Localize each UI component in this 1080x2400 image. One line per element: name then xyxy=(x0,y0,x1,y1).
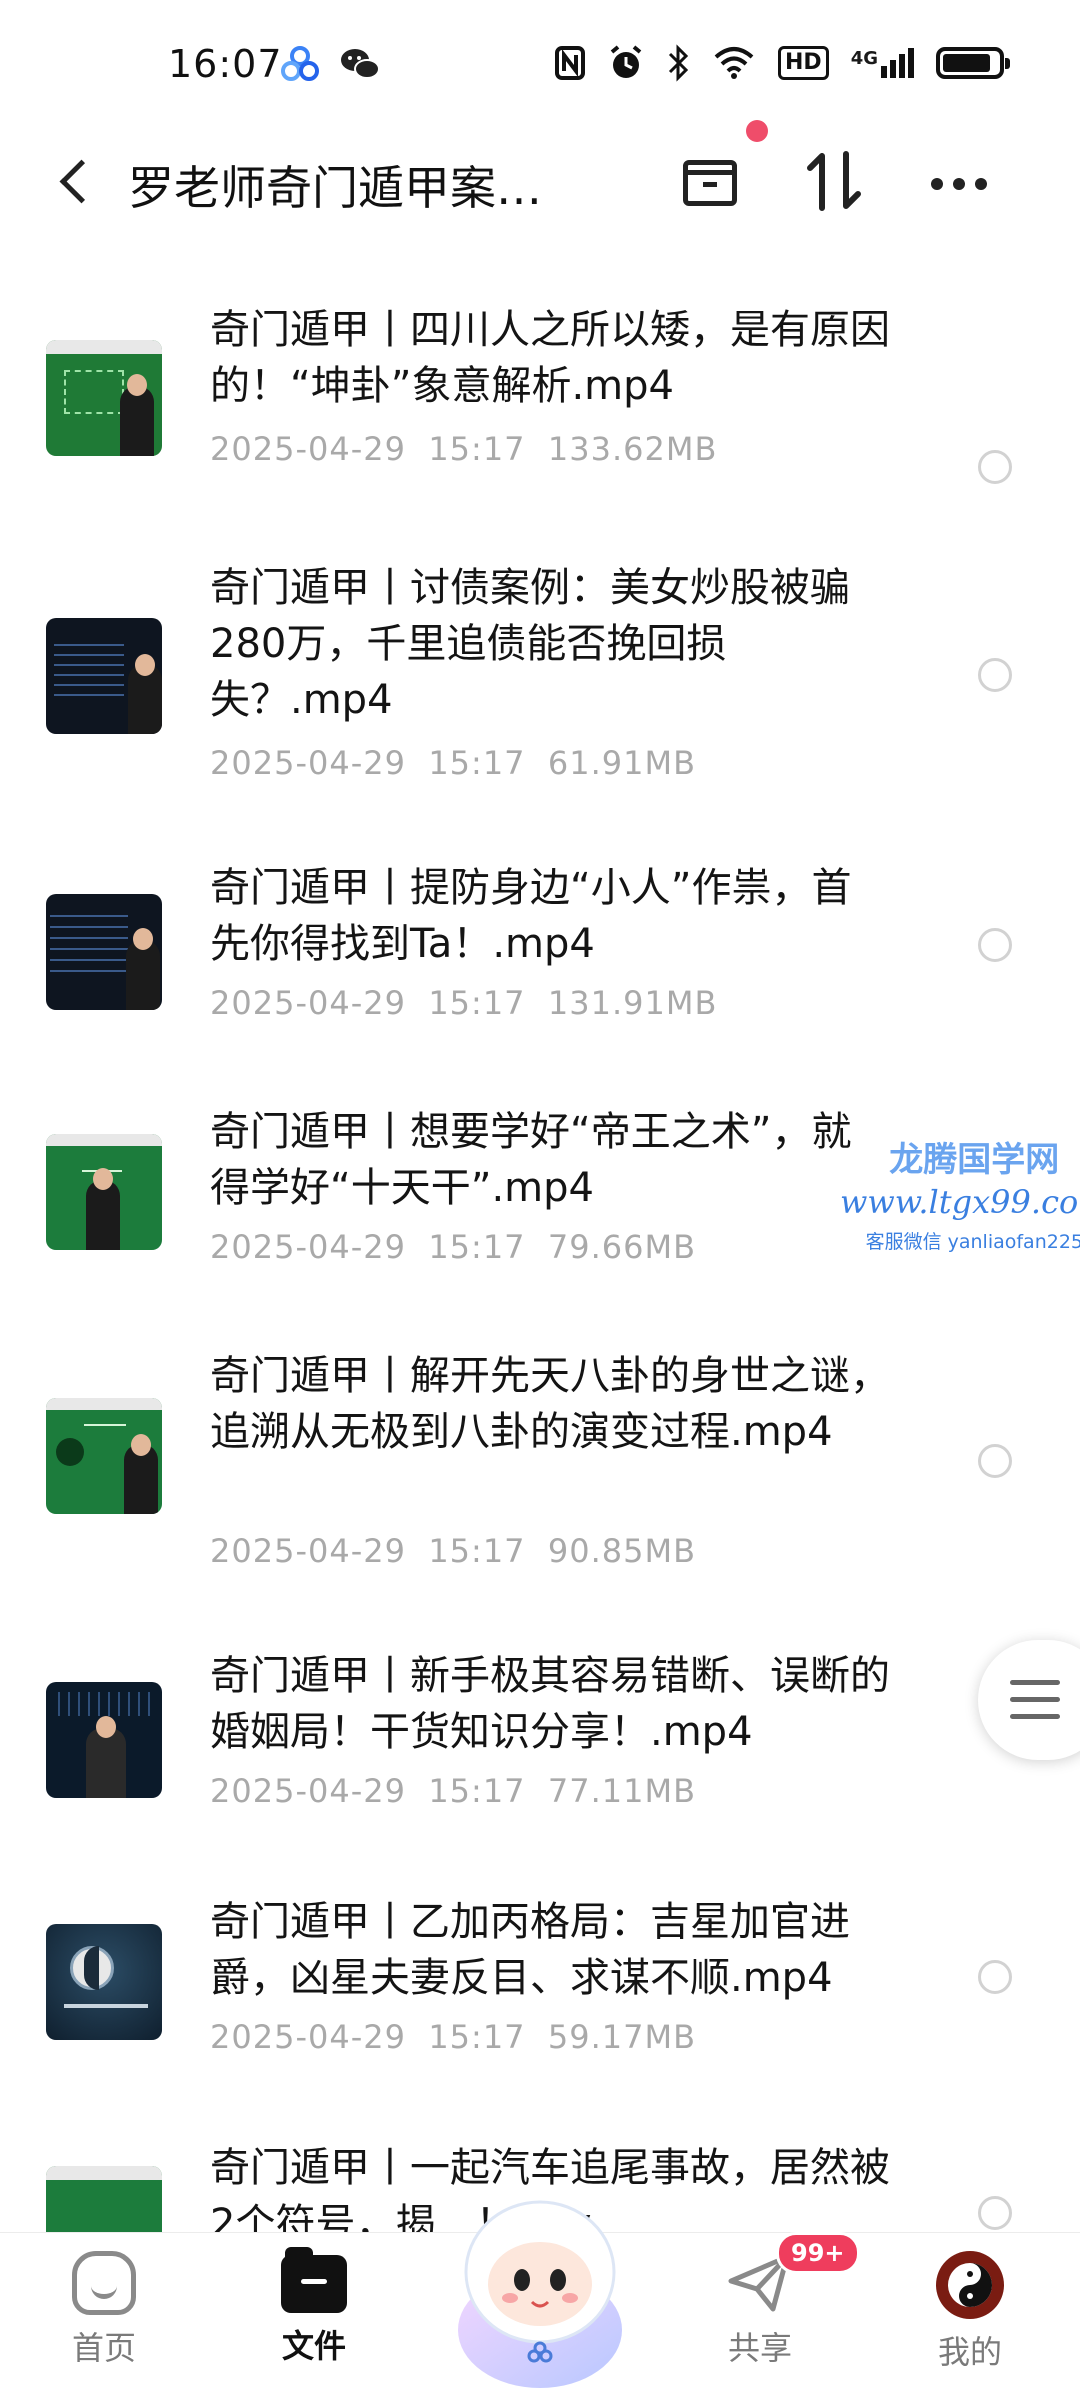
status-bar: 16:07 HD 4G xyxy=(0,0,1080,130)
video-thumbnail xyxy=(46,618,162,734)
file-name: 奇门遁甲丨提防身边“小人”作祟，首先你得找到Ta！.mp4 xyxy=(210,865,852,967)
file-name: 奇门遁甲丨讨债案例：美女炒股被骗280万，千里追债能否挽回损失？.mp4 xyxy=(210,565,850,723)
nav-me[interactable]: 我的 xyxy=(900,2251,1040,2373)
video-thumbnail xyxy=(46,1398,162,1514)
menu-icon xyxy=(1010,1680,1060,1685)
nfc-icon xyxy=(555,46,585,80)
more-dot-icon xyxy=(931,178,943,190)
file-meta: 2025-04-29 15:17 133.62MB xyxy=(210,430,718,468)
watermark: 龙腾国学网 www.ltgx99.com 客服微信 yanliaofan225 xyxy=(840,1132,1080,1254)
status-indicators: HD 4G xyxy=(554,44,1010,82)
select-radio[interactable] xyxy=(978,2196,1012,2230)
nav-share-label: 共享 xyxy=(727,2329,792,2367)
nav-files-label: 文件 xyxy=(281,2327,346,2365)
list-item[interactable]: 奇门遁甲丨提防身边“小人”作祟，首先你得找到Ta！.mp4 2025-04-29… xyxy=(0,860,1080,1040)
title-bar: 罗老师奇门遁甲案… xyxy=(0,130,1080,230)
avatar xyxy=(936,2251,1004,2319)
nav-files[interactable]: 文件 xyxy=(244,2247,384,2367)
file-meta: 2025-04-29 15:17 59.17MB xyxy=(210,2018,697,2056)
video-thumbnail xyxy=(46,1924,162,2040)
select-radio[interactable] xyxy=(978,658,1012,692)
sort-button[interactable] xyxy=(800,146,870,216)
video-thumbnail xyxy=(46,1682,162,1798)
watermark-name: 龙腾国学网 xyxy=(889,1140,1060,1180)
list-item[interactable]: 奇门遁甲丨乙加丙格局：吉星加官进爵，凶星夫妻反目、求谋不顺.mp4 2025-0… xyxy=(0,1894,1080,2074)
battery-icon xyxy=(936,47,1010,79)
select-radio[interactable] xyxy=(978,1444,1012,1478)
assistant-mascot-button[interactable] xyxy=(436,2180,644,2394)
file-meta: 2025-04-29 15:17 77.11MB xyxy=(210,1772,697,1810)
select-radio[interactable] xyxy=(978,928,1012,962)
list-item[interactable]: 奇门遁甲丨解开先天八卦的身世之谜，追溯从无极到八卦的演变过程.mp4 2025-… xyxy=(0,1348,1080,1598)
select-radio[interactable] xyxy=(978,450,1012,484)
yin-yang-icon xyxy=(948,2263,992,2307)
nav-home-label: 首页 xyxy=(71,2329,136,2367)
video-thumbnail xyxy=(46,340,162,456)
wechat-icon xyxy=(341,49,380,79)
watermark-contact: 客服微信 yanliaofan225 xyxy=(865,1231,1080,1253)
video-thumbnail xyxy=(46,894,162,1010)
notification-dot xyxy=(746,120,768,142)
page-title: 罗老师奇门遁甲案… xyxy=(128,161,542,215)
home-icon xyxy=(72,2251,136,2315)
hd-indicator: HD xyxy=(778,46,829,80)
wifi-icon xyxy=(714,47,754,79)
mascot-icon xyxy=(458,2200,622,2388)
nav-me-label: 我的 xyxy=(937,2333,1002,2371)
file-meta: 2025-04-29 15:17 90.85MB xyxy=(210,1532,697,1570)
status-app-icons xyxy=(280,44,382,84)
alarm-icon xyxy=(610,45,642,78)
file-meta: 2025-04-29 15:17 61.91MB xyxy=(210,744,697,782)
file-meta: 2025-04-29 15:17 131.91MB xyxy=(210,984,718,1022)
file-meta: 2025-04-29 15:17 79.66MB xyxy=(210,1228,697,1266)
file-name: 奇门遁甲丨新手极其容易错断、误断的婚姻局！干货知识分享！.mp4 xyxy=(210,1653,890,1755)
file-name: 奇门遁甲丨乙加丙格局：吉星加官进爵，凶星夫妻反目、求谋不顺.mp4 xyxy=(210,1899,850,2001)
share-count-badge: 99+ xyxy=(776,2232,860,2274)
list-item[interactable]: 奇门遁甲丨四川人之所以矮，是有原因的！“坤卦”象意解析.mp4 2025-04-… xyxy=(0,302,1080,484)
watermark-url: www.ltgx99.com xyxy=(840,1183,1080,1221)
file-name: 奇门遁甲丨想要学好“帝王之术”，就得学好“十天干”.mp4 xyxy=(210,1109,852,1211)
app-notification-icon xyxy=(281,46,319,81)
status-time: 16:07 xyxy=(168,42,283,86)
file-name: 奇门遁甲丨解开先天八卦的身世之谜，追溯从无极到八卦的演变过程.mp4 xyxy=(210,1353,890,1455)
list-item[interactable]: 奇门遁甲丨新手极其容易错断、误断的婚姻局！干货知识分享！.mp4 2025-04… xyxy=(0,1648,1080,1828)
network-type-label: 4G xyxy=(850,48,878,69)
video-thumbnail xyxy=(46,1134,162,1250)
more-options-button[interactable] xyxy=(925,146,995,216)
list-item[interactable]: 奇门遁甲丨讨债案例：美女炒股被骗280万，千里追债能否挽回损失？.mp4 202… xyxy=(0,560,1080,810)
video-thumbnail xyxy=(46,2166,162,2232)
back-button[interactable] xyxy=(48,150,108,210)
file-name: 奇门遁甲丨四川人之所以矮，是有原因的！“坤卦”象意解析.mp4 xyxy=(210,307,890,409)
folder-icon xyxy=(281,2247,347,2313)
sort-icon xyxy=(807,151,861,211)
select-radio[interactable] xyxy=(978,1960,1012,1994)
nav-home[interactable]: 首页 xyxy=(34,2251,174,2369)
archive-button[interactable] xyxy=(675,146,745,216)
bluetooth-icon xyxy=(668,44,689,82)
signal-indicator: 4G xyxy=(851,48,914,78)
